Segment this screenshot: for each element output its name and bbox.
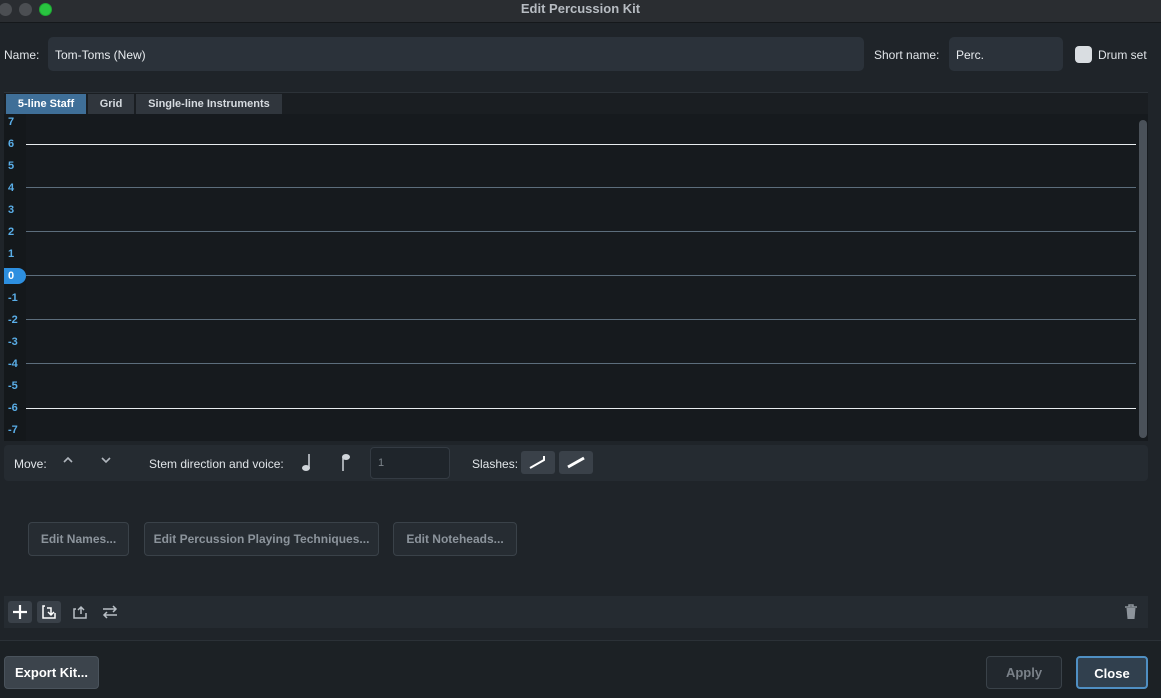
staff-position-selected[interactable]: 0 bbox=[4, 268, 26, 284]
export-icon[interactable] bbox=[68, 601, 92, 623]
edit-noteheads-button[interactable]: Edit Noteheads... bbox=[393, 522, 517, 556]
stem-down-icon[interactable] bbox=[301, 453, 315, 478]
staff-position[interactable]: -2 bbox=[4, 312, 26, 328]
ledger-line bbox=[26, 144, 1136, 145]
stem-direction-label: Stem direction and voice: bbox=[149, 457, 284, 471]
staff-position[interactable]: 3 bbox=[4, 202, 26, 218]
short-name-field[interactable]: Perc. bbox=[949, 37, 1063, 71]
short-name-label: Short name: bbox=[874, 48, 940, 62]
stem-up-icon[interactable] bbox=[338, 453, 352, 478]
voice-field[interactable]: 1 bbox=[370, 447, 450, 479]
name-label: Name: bbox=[4, 48, 40, 62]
move-toolbar: Move: Stem direction and voice: 1 Slashe… bbox=[4, 445, 1148, 481]
chevron-up-icon[interactable] bbox=[62, 454, 74, 469]
staff-position[interactable]: 7 bbox=[4, 114, 26, 130]
staff-position[interactable]: -6 bbox=[4, 400, 26, 416]
staff-position[interactable]: 5 bbox=[4, 158, 26, 174]
staff-line bbox=[26, 275, 1136, 276]
close-button[interactable]: Close bbox=[1076, 656, 1148, 689]
staff-position[interactable]: 4 bbox=[4, 180, 26, 196]
swap-icon[interactable] bbox=[98, 601, 122, 623]
dialog-footer: Export Kit... Apply Close bbox=[0, 640, 1161, 698]
edit-names-button[interactable]: Edit Names... bbox=[28, 522, 129, 556]
staff-scrollbar[interactable] bbox=[1139, 120, 1147, 438]
staff-position[interactable]: 6 bbox=[4, 136, 26, 152]
tab-single-line-instruments[interactable]: Single-line Instruments bbox=[136, 94, 282, 114]
ledger-line bbox=[26, 408, 1136, 409]
slash-no-stem-button[interactable] bbox=[559, 451, 593, 474]
staff-position[interactable]: -1 bbox=[4, 290, 26, 306]
slash-stem-button[interactable] bbox=[521, 451, 555, 474]
move-label: Move: bbox=[14, 457, 47, 471]
tab-grid[interactable]: Grid bbox=[88, 94, 134, 114]
staff-position[interactable]: -7 bbox=[4, 422, 26, 438]
window-title: Edit Percussion Kit bbox=[520, 1, 641, 16]
apply-button[interactable]: Apply bbox=[986, 656, 1062, 689]
trash-icon[interactable] bbox=[1119, 601, 1143, 623]
staff-position[interactable]: -4 bbox=[4, 356, 26, 372]
slashes-label: Slashes: bbox=[472, 457, 519, 471]
staff-line bbox=[26, 363, 1136, 364]
chevron-down-icon[interactable] bbox=[100, 454, 112, 469]
staff-position[interactable]: 1 bbox=[4, 246, 26, 262]
staff-position[interactable]: 2 bbox=[4, 224, 26, 240]
staff-line bbox=[26, 187, 1136, 188]
staff-editor[interactable] bbox=[4, 114, 1148, 441]
plus-icon[interactable] bbox=[8, 601, 32, 623]
export-kit-button[interactable]: Export Kit... bbox=[4, 656, 99, 689]
name-field[interactable]: Tom-Toms (New) bbox=[48, 37, 864, 71]
staff-position[interactable]: -3 bbox=[4, 334, 26, 350]
tab-5-line-staff[interactable]: 5-line Staff bbox=[6, 94, 86, 114]
staff-tab-bar: 5-line Staff Grid Single-line Instrument… bbox=[4, 92, 1148, 114]
drum-set-label: Drum set bbox=[1098, 48, 1147, 62]
import-icon[interactable] bbox=[37, 601, 61, 623]
staff-position[interactable]: -5 bbox=[4, 378, 26, 394]
edit-playing-techniques-button[interactable]: Edit Percussion Playing Techniques... bbox=[144, 522, 379, 556]
instrument-toolbar bbox=[4, 596, 1148, 628]
drum-set-checkbox[interactable] bbox=[1075, 46, 1092, 63]
staff-line bbox=[26, 319, 1136, 320]
staff-line bbox=[26, 231, 1136, 232]
title-bar: Edit Percussion Kit bbox=[0, 0, 1161, 23]
